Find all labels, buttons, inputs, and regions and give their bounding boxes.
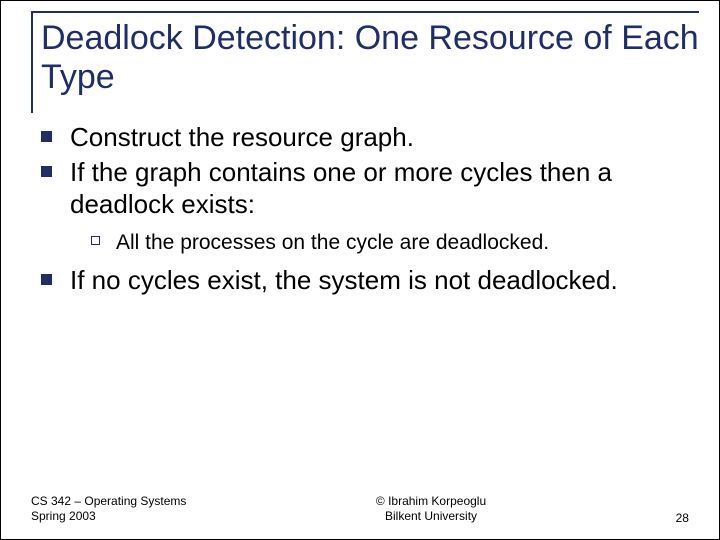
sub-bullet-text: All the processes on the cycle are deadl… xyxy=(116,229,549,256)
bullet-text: Construct the resource graph. xyxy=(70,121,414,154)
bullet-item: Construct the resource graph. xyxy=(41,121,689,154)
slide: Deadlock Detection: One Resource of Each… xyxy=(0,0,720,540)
square-bullet-icon xyxy=(41,274,52,285)
footer-left: CS 342 – Operating Systems Spring 2003 xyxy=(31,494,186,525)
title-block: Deadlock Detection: One Resource of Each… xyxy=(31,11,699,97)
course-code: CS 342 – Operating Systems xyxy=(31,494,186,510)
square-bullet-icon xyxy=(41,131,52,142)
slide-title: Deadlock Detection: One Resource of Each… xyxy=(31,19,699,97)
slide-body: Construct the resource graph. If the gra… xyxy=(41,121,689,298)
course-term: Spring 2003 xyxy=(31,509,186,525)
sub-bullet-item: All the processes on the cycle are deadl… xyxy=(91,229,689,256)
bullet-text: If the graph contains one or more cycles… xyxy=(70,156,689,221)
hollow-square-bullet-icon xyxy=(91,236,100,245)
footer-center: © Ibrahim Korpeoglu Bilkent University xyxy=(376,494,486,525)
bullet-item: If the graph contains one or more cycles… xyxy=(41,156,689,221)
bullet-text: If no cycles exist, the system is not de… xyxy=(70,264,618,297)
page-number: 28 xyxy=(676,511,689,525)
footer: CS 342 – Operating Systems Spring 2003 ©… xyxy=(31,494,689,525)
institution: Bilkent University xyxy=(376,509,486,525)
square-bullet-icon xyxy=(41,166,52,177)
copyright: © Ibrahim Korpeoglu xyxy=(376,494,486,510)
bullet-item: If no cycles exist, the system is not de… xyxy=(41,264,689,297)
